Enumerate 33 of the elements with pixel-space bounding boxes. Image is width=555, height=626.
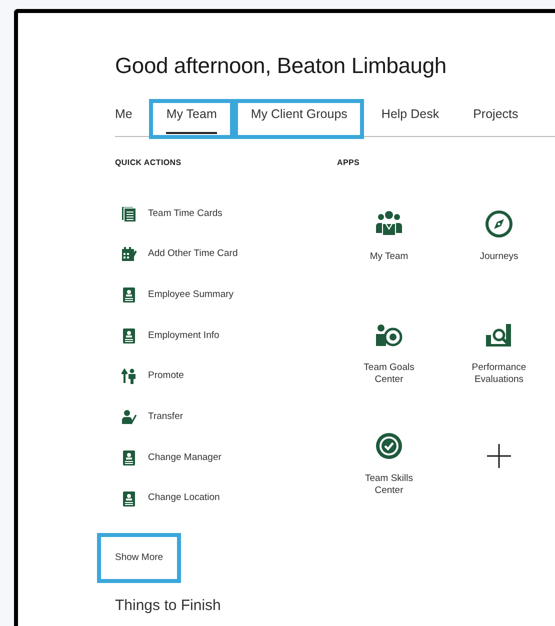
seal-check-icon xyxy=(374,431,404,462)
quick-action-link[interactable]: Change Manager xyxy=(115,438,337,478)
app-tile[interactable]: Journeys xyxy=(444,209,554,320)
section-heading: QUICK ACTIONS xyxy=(115,157,182,170)
person-check-icon xyxy=(121,409,137,426)
id-badge-icon xyxy=(121,328,137,344)
quick-action-link[interactable]: Employment Info xyxy=(115,315,337,356)
quick-action-link[interactable]: Add Other Time Card xyxy=(115,234,337,275)
nav-tab[interactable]: Me xyxy=(115,105,150,136)
id-badge-icon xyxy=(121,287,137,304)
app-tile[interactable]: My Team xyxy=(334,209,444,320)
greeting-heading: Good afternoon, Beaton Limbaugh xyxy=(115,53,448,80)
quick-action-link[interactable]: Transfer xyxy=(115,396,337,438)
calendar-icon xyxy=(121,246,137,262)
app-tile[interactable]: Team Skills Center xyxy=(334,431,444,542)
section-title: Things to Finish xyxy=(115,597,222,616)
quick-action-link[interactable]: Promote xyxy=(115,356,337,397)
quick-action-link[interactable]: Change Location xyxy=(115,478,337,519)
id-badge-icon xyxy=(121,450,137,466)
nav-tab[interactable]: My Client Groups xyxy=(234,99,364,140)
section-heading: APPS xyxy=(337,157,361,170)
nav-tab[interactable]: Help Desk xyxy=(364,105,456,136)
compass-icon xyxy=(484,209,514,240)
show-more-link[interactable]: Show More xyxy=(97,532,182,584)
promote-icon xyxy=(121,368,137,384)
nav-tab[interactable]: My Team xyxy=(149,99,234,140)
quick-action-link[interactable]: Employee Summary xyxy=(115,274,337,316)
nav-tab[interactable]: Projects xyxy=(456,105,536,136)
cards-icon xyxy=(121,206,137,222)
id-badge-icon xyxy=(121,490,137,507)
app-tile[interactable]: Performance Evaluations xyxy=(444,320,554,432)
quick-action-link[interactable]: Team Time Cards xyxy=(115,193,337,234)
app-tile[interactable]: Team Goals Center xyxy=(334,320,444,432)
